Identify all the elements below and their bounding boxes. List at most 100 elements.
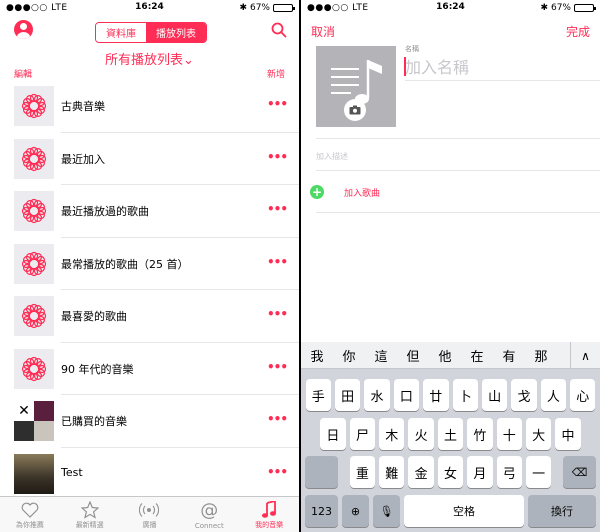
more-options-icon[interactable]: ••• xyxy=(267,360,288,374)
playlist-row[interactable]: 最近加入 ••• xyxy=(0,133,299,185)
key[interactable]: 廿 xyxy=(423,379,449,411)
playlist-filter-dropdown[interactable]: 所有播放列表⌄ xyxy=(0,49,299,68)
playlist-row[interactable]: 90 年代的音樂 ••• xyxy=(0,343,299,395)
key[interactable]: 大 xyxy=(525,418,552,450)
candidate-word[interactable]: 但 xyxy=(397,346,429,365)
playlist-row[interactable]: 最近播放過的歌曲 ••• xyxy=(0,185,299,238)
at-icon: @ xyxy=(200,499,219,521)
bluetooth-icon: ✱ xyxy=(540,3,548,13)
candidate-word[interactable]: 你 xyxy=(333,346,365,365)
playlist-thumbnail xyxy=(14,453,54,494)
delete-key[interactable]: ⌫ xyxy=(563,456,596,488)
playlist-list: 古典音樂 ••• 最近加入 ••• 最近播放過的歌曲 ••• 最常播放的歌曲（25 首） ••… xyxy=(0,80,299,500)
tab-playlists[interactable]: 播放列表 xyxy=(146,23,206,42)
playlist-row[interactable]: 古典音樂 ••• xyxy=(0,80,299,133)
playlist-title: 90 年代的音樂 xyxy=(61,362,134,376)
more-options-icon[interactable]: ••• xyxy=(267,202,288,216)
key[interactable]: 戈 xyxy=(511,379,537,411)
candidate-word[interactable]: 這 xyxy=(365,346,397,365)
candidate-word[interactable]: 他 xyxy=(429,346,461,365)
tab-library[interactable]: 資料庫 xyxy=(96,23,146,42)
playlist-thumbnail xyxy=(14,191,54,231)
return-key[interactable]: 換行 xyxy=(528,495,596,527)
key[interactable]: 一 xyxy=(525,456,552,488)
tab-at[interactable]: @ Connect xyxy=(179,497,239,532)
candidate-word[interactable]: 那 xyxy=(525,346,557,365)
key[interactable]: 竹 xyxy=(467,418,493,450)
key[interactable]: 水 xyxy=(364,379,390,411)
add-songs-button[interactable]: 加入歌曲 xyxy=(344,186,380,199)
new-playlist-button[interactable]: 新增 xyxy=(267,67,285,80)
search-icon[interactable] xyxy=(271,22,287,38)
key[interactable]: 金 xyxy=(408,456,434,488)
shift-spacer xyxy=(305,456,338,488)
divider xyxy=(316,170,600,171)
status-right: ✱ 67% xyxy=(540,3,596,13)
numbers-key[interactable]: 123 xyxy=(305,495,338,527)
key[interactable]: 人 xyxy=(540,379,567,411)
playlist-name-input[interactable] xyxy=(405,56,585,78)
globe-icon[interactable]: ⊕ xyxy=(342,495,369,527)
key[interactable]: 十 xyxy=(496,418,522,450)
key[interactable]: 日 xyxy=(320,418,346,450)
edit-button[interactable]: 編輯 xyxy=(14,67,32,80)
microphone-icon[interactable]: 🎙 xyxy=(373,495,400,527)
playlist-row[interactable]: 最常播放的歌曲（25 首） ••• xyxy=(0,238,299,290)
more-options-icon[interactable]: ••• xyxy=(267,150,288,164)
add-songs-plus-icon[interactable]: + xyxy=(310,185,324,199)
tab-heart[interactable]: 為你推薦 xyxy=(0,497,60,532)
key[interactable]: 重 xyxy=(349,456,376,488)
cancel-button[interactable]: 取消 xyxy=(311,23,335,40)
new-playlist-screen: ●●●○○ LTE 16:24 ✱ 67% 取消 完成 名稱 加入描述 + 加入… xyxy=(301,0,600,532)
candidate-word[interactable]: 有 xyxy=(493,346,525,365)
playlist-row[interactable]: ✕ 已購買的音樂 ••• xyxy=(0,395,299,448)
battery-icon xyxy=(273,4,295,12)
account-avatar-icon[interactable] xyxy=(14,20,33,39)
key[interactable]: 田 xyxy=(334,379,361,411)
playlist-row[interactable]: Test ••• xyxy=(0,448,299,500)
more-options-icon[interactable]: ••• xyxy=(267,307,288,321)
more-options-icon[interactable]: ••• xyxy=(267,412,288,426)
camera-icon[interactable] xyxy=(344,99,366,121)
battery-percent: 67% xyxy=(550,3,571,13)
tab-bar: 為你推薦 最新精選 廣播 @ Connect 我的音樂 xyxy=(0,496,299,532)
tab-label: Connect xyxy=(194,522,224,530)
divider xyxy=(316,212,600,213)
keyboard-row-3: 重難金女月弓一 xyxy=(301,456,600,488)
tab-star[interactable]: 最新精選 xyxy=(60,497,120,532)
space-key[interactable]: 空格 xyxy=(404,495,524,527)
key[interactable]: 土 xyxy=(437,418,464,450)
done-button[interactable]: 完成 xyxy=(566,23,590,40)
candidate-word[interactable]: 在 xyxy=(461,346,493,365)
key[interactable]: 弓 xyxy=(496,456,522,488)
key[interactable]: 卜 xyxy=(452,379,478,411)
key[interactable]: 女 xyxy=(437,456,464,488)
more-options-icon[interactable]: ••• xyxy=(267,465,288,479)
key[interactable]: 尸 xyxy=(349,418,376,450)
status-bar: ●●●○○ LTE 16:24 ✱ 67% xyxy=(0,0,299,16)
playlist-row[interactable]: 最喜愛的歌曲 ••• xyxy=(0,290,299,343)
tab-radio[interactable]: 廣播 xyxy=(120,497,180,532)
description-field[interactable]: 加入描述 xyxy=(316,151,348,162)
key[interactable]: 手 xyxy=(305,379,331,411)
expand-candidates-icon[interactable]: ∧ xyxy=(570,342,600,369)
key[interactable]: 山 xyxy=(481,379,508,411)
candidate-word[interactable]: 我 xyxy=(301,346,333,365)
battery-percent: 67% xyxy=(249,3,270,13)
key[interactable]: 難 xyxy=(379,456,405,488)
name-field-label: 名稱 xyxy=(405,45,419,53)
radio-icon xyxy=(120,499,180,521)
tab-music-note[interactable]: 我的音樂 xyxy=(239,497,299,532)
key[interactable]: 火 xyxy=(408,418,434,450)
key[interactable]: 月 xyxy=(467,456,493,488)
more-options-icon[interactable]: ••• xyxy=(267,255,288,269)
keyboard: 我你這但他在有那 ∧ 手田水口廿卜山戈人心 日尸木火土竹十大中 重難金女月弓一 ⌫… xyxy=(301,342,600,532)
key[interactable]: 口 xyxy=(393,379,420,411)
key[interactable]: 中 xyxy=(555,418,581,450)
playlist-title: Test xyxy=(61,465,83,479)
more-options-icon[interactable]: ••• xyxy=(267,97,288,111)
key[interactable]: 心 xyxy=(570,379,596,411)
battery-icon xyxy=(574,4,596,12)
key[interactable]: 木 xyxy=(379,418,405,450)
divider xyxy=(405,80,600,81)
